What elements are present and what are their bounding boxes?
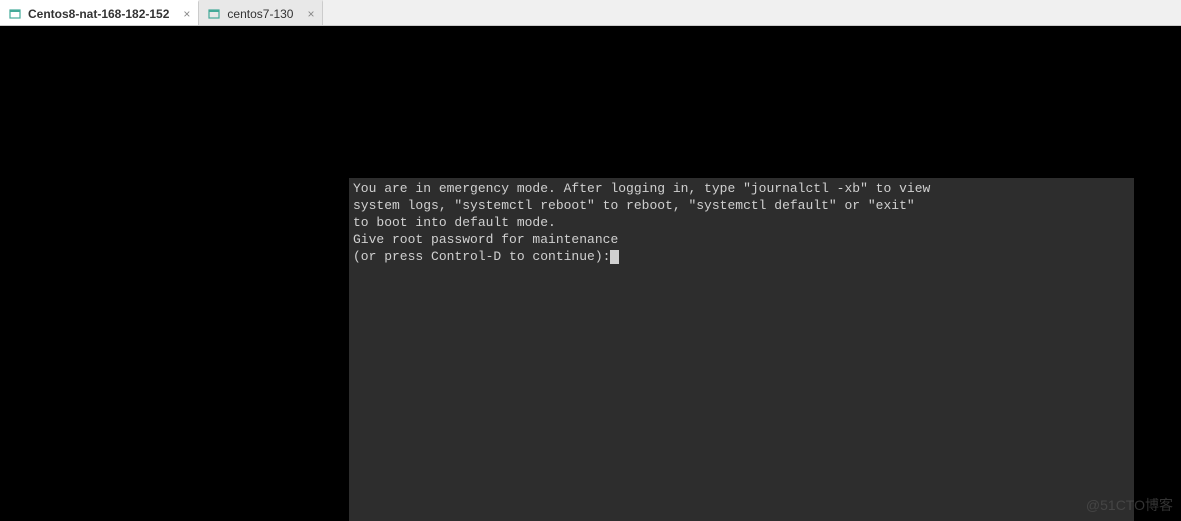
tab-centos8[interactable]: Centos8-nat-168-182-152 × xyxy=(0,0,199,25)
tab-bar: Centos8-nat-168-182-152 × centos7-130 × xyxy=(0,0,1181,26)
watermark: @51CTO博客 xyxy=(1086,495,1173,515)
console-line: to boot into default mode. xyxy=(353,215,556,230)
console-line: (or press Control-D to continue): xyxy=(353,249,610,264)
tab-label: Centos8-nat-168-182-152 xyxy=(28,7,169,21)
close-icon[interactable]: × xyxy=(307,7,314,21)
console-line: You are in emergency mode. After logging… xyxy=(353,181,930,196)
terminal-icon xyxy=(207,7,221,21)
console-text: You are in emergency mode. After logging… xyxy=(349,178,1134,267)
cursor xyxy=(610,250,619,264)
terminal-area[interactable]: You are in emergency mode. After logging… xyxy=(0,26,1181,521)
console-line: Give root password for maintenance xyxy=(353,232,618,247)
console-window[interactable]: You are in emergency mode. After logging… xyxy=(349,178,1134,521)
tab-centos7[interactable]: centos7-130 × xyxy=(199,0,323,25)
console-line: system logs, "systemctl reboot" to reboo… xyxy=(353,198,915,213)
tab-label: centos7-130 xyxy=(227,7,293,21)
close-icon[interactable]: × xyxy=(183,7,190,21)
terminal-icon xyxy=(8,7,22,21)
